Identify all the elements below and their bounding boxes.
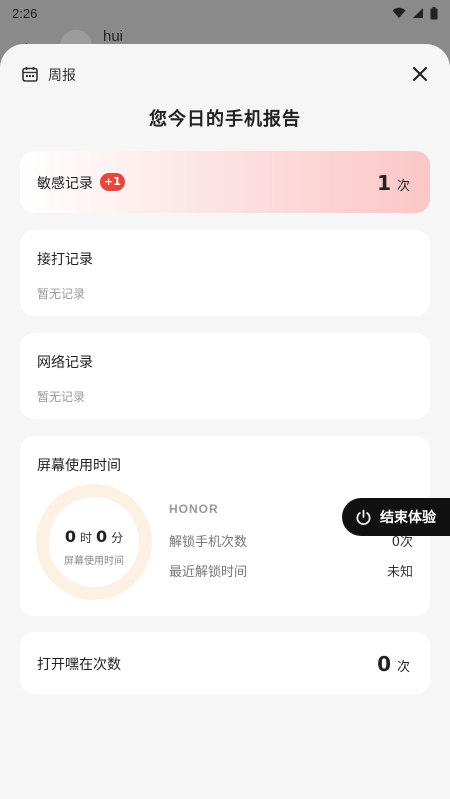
screen-time-ring: 0 时 0 分 屏幕使用时间 <box>36 484 152 600</box>
network-records-title: 网络记录 <box>37 355 93 371</box>
network-records-card[interactable]: 网络记录 暂无记录 <box>20 333 430 419</box>
new-count-badge: +1 <box>100 173 125 191</box>
screen-time-value: 0 时 0 分 <box>49 527 139 546</box>
status-time: 2:26 <box>12 5 38 21</box>
last-unlock-label: 最近解锁时间 <box>169 565 248 580</box>
contact-name: hui <box>103 28 124 45</box>
screen-time-minutes-unit: 分 <box>111 531 124 545</box>
screen-time-title: 屏幕使用时间 <box>37 458 121 474</box>
sensitive-count: 1 次 <box>377 171 410 195</box>
calendar-icon <box>22 67 38 82</box>
status-icons <box>392 6 438 20</box>
call-records-card[interactable]: 接打记录 暂无记录 <box>20 230 430 316</box>
screen-time-hours-unit: 时 <box>79 531 92 545</box>
power-icon <box>356 509 371 525</box>
call-records-title: 接打记录 <box>37 252 93 268</box>
cellular-signal-icon <box>413 8 423 18</box>
weekly-report-label: 周报 <box>48 68 76 84</box>
device-brand: HONOR <box>169 502 219 516</box>
app-open-count-value: 0 <box>377 652 391 676</box>
screen-time-hours: 0 <box>64 527 76 546</box>
last-unlock-value: 未知 <box>386 565 413 580</box>
sheet-header: 周报 <box>0 44 450 104</box>
screen-time-ring-label: 屏幕使用时间 <box>64 556 124 567</box>
status-bar: 2:26 <box>0 0 450 26</box>
sensitive-records-card[interactable]: 敏感记录 +1 1 次 <box>20 151 430 213</box>
sensitive-count-unit: 次 <box>396 179 410 194</box>
app-open-count: 0 次 <box>377 652 410 676</box>
app-open-count-title: 打开嘿在次数 <box>37 657 121 673</box>
battery-icon <box>430 6 438 19</box>
wifi-icon <box>392 7 406 18</box>
sensitive-count-value: 1 <box>377 171 391 195</box>
close-icon[interactable] <box>410 64 430 84</box>
end-experience-button[interactable]: 结束体验 <box>342 498 450 536</box>
call-records-empty: 暂无记录 <box>37 287 86 301</box>
app-open-count-card[interactable]: 打开嘿在次数 0 次 <box>20 632 430 694</box>
app-open-count-unit: 次 <box>396 660 410 675</box>
end-experience-label: 结束体验 <box>380 510 436 526</box>
sensitive-records-title: 敏感记录 <box>37 176 93 192</box>
screen-time-minutes: 0 <box>96 527 108 546</box>
network-records-empty: 暂无记录 <box>37 390 86 404</box>
weekly-report-sheet: 周报 您今日的手机报告 敏感记录 +1 1 次 接打记录 暂无记录 网络记录 暂… <box>0 44 450 799</box>
unlock-count-label: 解锁手机次数 <box>169 535 248 550</box>
page-title: 您今日的手机报告 <box>149 109 301 130</box>
